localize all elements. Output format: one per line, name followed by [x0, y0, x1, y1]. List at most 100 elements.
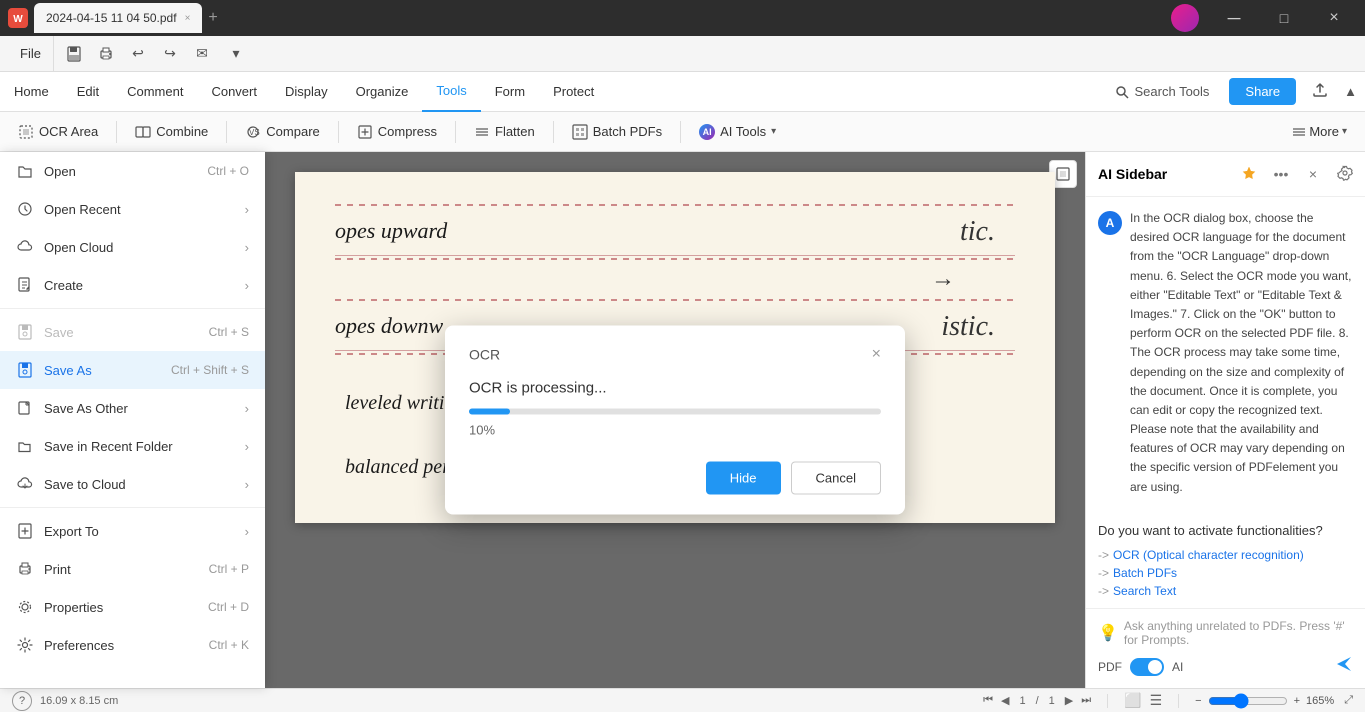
open-recent-arrow: › — [245, 202, 249, 217]
compress-button[interactable]: Compress — [347, 119, 447, 145]
toolbar-separator-6 — [680, 121, 681, 143]
menu-item-save-cloud[interactable]: Save to Cloud › — [0, 465, 265, 503]
expand-icon-btn[interactable]: ▾ — [222, 40, 250, 68]
zoom-out-button[interactable]: − — [1195, 695, 1201, 707]
file-menu: Open Ctrl + O Open Recent › Open Cloud ›… — [0, 152, 265, 688]
nav-item-edit[interactable]: Edit — [63, 72, 113, 112]
menu-item-create[interactable]: Create › — [0, 266, 265, 304]
pdf-area: opes upward tic. → opes downw istic. — [265, 152, 1085, 688]
share-button[interactable]: Share — [1229, 78, 1296, 105]
page-first-btn[interactable]: ⏮ — [983, 694, 993, 707]
profile-avatar[interactable] — [1171, 4, 1199, 32]
save-as-icon — [16, 361, 34, 379]
menu-bar: File ↩ ↪ ✉ ▾ — [0, 36, 1365, 72]
active-tab[interactable]: 2024-04-15 11 04 50.pdf × — [34, 3, 202, 33]
nav-item-organize[interactable]: Organize — [342, 72, 423, 112]
open-recent-icon — [16, 200, 34, 218]
page-next-btn[interactable]: ▶ — [1065, 694, 1073, 707]
main-layout: Open Ctrl + O Open Recent › Open Cloud ›… — [0, 152, 1365, 688]
ai-sidebar: AI Sidebar ••• × A In the OCR dialog box… — [1085, 152, 1365, 688]
more-arrow: ▾ — [1342, 126, 1347, 137]
email-icon-btn[interactable]: ✉ — [188, 40, 216, 68]
menu-item-open-cloud[interactable]: Open Cloud › — [0, 228, 265, 266]
save-recent-icon — [16, 437, 34, 455]
ocr-area-button[interactable]: OCR Area — [8, 119, 108, 145]
nav-item-home[interactable]: Home — [0, 72, 63, 112]
ocr-hide-button[interactable]: Hide — [706, 462, 781, 495]
menu-save-shortcut: Ctrl + S — [209, 325, 249, 339]
redo-icon-btn[interactable]: ↪ — [156, 40, 184, 68]
combine-button[interactable]: Combine — [125, 119, 218, 145]
ai-tools-button[interactable]: AI AI Tools ▾ — [689, 119, 786, 145]
zoom-in-button[interactable]: + — [1294, 695, 1300, 707]
collapse-nav-button[interactable]: ▲ — [1336, 84, 1365, 99]
ai-tools-label: AI Tools — [720, 124, 766, 139]
more-button[interactable]: More ▾ — [1282, 119, 1357, 144]
pdf-toggle[interactable] — [1130, 658, 1164, 676]
menu-item-open-recent[interactable]: Open Recent › — [0, 190, 265, 228]
ai-link-ocr-label[interactable]: OCR (Optical character recognition) — [1113, 548, 1304, 562]
nav-item-tools[interactable]: Tools — [422, 72, 480, 112]
ai-sidebar-close-icon[interactable]: × — [1301, 162, 1325, 186]
file-menu-button[interactable]: File — [8, 36, 54, 72]
batch-pdfs-label: Batch PDFs — [593, 124, 662, 139]
ai-sidebar-header: AI Sidebar ••• × — [1086, 152, 1365, 197]
menu-item-save-as[interactable]: Save As Ctrl + Shift + S — [0, 351, 265, 389]
zoom-slider[interactable] — [1208, 693, 1288, 709]
ai-link-batch[interactable]: -> Batch PDFs — [1098, 566, 1353, 580]
menu-item-open[interactable]: Open Ctrl + O — [0, 152, 265, 190]
ai-link-search-label[interactable]: Search Text — [1113, 584, 1176, 598]
menu-create-label: Create — [44, 278, 83, 293]
ocr-cancel-button[interactable]: Cancel — [791, 462, 881, 495]
ai-sidebar-settings-icon[interactable] — [1337, 165, 1353, 184]
open-cloud-icon — [16, 238, 34, 256]
ai-link-batch-arrow: -> — [1098, 566, 1109, 580]
save-cloud-icon — [16, 475, 34, 493]
pdf-line-1: opes upward tic. — [335, 208, 1015, 256]
menu-item-save-recent[interactable]: Save in Recent Folder › — [0, 427, 265, 465]
flatten-button[interactable]: Flatten — [464, 119, 545, 145]
nav-item-comment[interactable]: Comment — [113, 72, 197, 112]
menu-item-preferences[interactable]: Preferences Ctrl + K — [0, 626, 265, 664]
zoom-level: 165% — [1306, 695, 1334, 707]
menu-save-recent-label: Save in Recent Folder — [44, 439, 173, 454]
page-last-btn[interactable]: ⏭ — [1081, 694, 1091, 707]
nav-item-protect[interactable]: Protect — [539, 72, 608, 112]
top-nav: Home Edit Comment Convert Display Organi… — [0, 72, 1365, 112]
new-tab-button[interactable]: + — [208, 9, 217, 27]
search-tools-button[interactable]: Search Tools — [1103, 72, 1222, 112]
ai-send-button[interactable] — [1335, 655, 1353, 678]
ai-link-search[interactable]: -> Search Text — [1098, 584, 1353, 598]
close-tab-button[interactable]: × — [185, 13, 191, 24]
minimize-button[interactable]: ─ — [1211, 3, 1257, 33]
ai-link-ocr[interactable]: -> OCR (Optical character recognition) — [1098, 548, 1353, 562]
print-icon-btn[interactable] — [92, 40, 120, 68]
nav-item-convert[interactable]: Convert — [197, 72, 271, 112]
toolbar-separator-3 — [338, 121, 339, 143]
ocr-close-button[interactable]: × — [872, 346, 881, 364]
ai-sidebar-star-icon[interactable] — [1237, 162, 1261, 186]
menu-save-cloud-label: Save to Cloud — [44, 477, 126, 492]
page-prev-btn[interactable]: ◀ — [1001, 694, 1009, 707]
upload-icon-btn[interactable] — [1304, 82, 1336, 101]
menu-item-export[interactable]: Export To › — [0, 512, 265, 550]
menu-item-print[interactable]: Print Ctrl + P — [0, 550, 265, 588]
menu-open-shortcut: Ctrl + O — [207, 164, 249, 178]
view-page-btn[interactable]: ⬜ — [1124, 692, 1141, 709]
view-list-btn[interactable]: ☰ — [1150, 692, 1163, 709]
save-icon-btn[interactable] — [60, 40, 88, 68]
menu-item-save-as-other[interactable]: Save As Other › — [0, 389, 265, 427]
menu-item-properties[interactable]: Properties Ctrl + D — [0, 588, 265, 626]
ai-sidebar-more-icon[interactable]: ••• — [1269, 162, 1293, 186]
nav-item-form[interactable]: Form — [481, 72, 539, 112]
undo-icon-btn[interactable]: ↩ — [124, 40, 152, 68]
fit-page-button[interactable]: ⤢ — [1344, 694, 1353, 707]
create-arrow: › — [245, 278, 249, 293]
maximize-button[interactable]: □ — [1261, 3, 1307, 33]
help-button[interactable]: ? — [12, 691, 32, 711]
nav-item-display[interactable]: Display — [271, 72, 342, 112]
batch-pdfs-button[interactable]: Batch PDFs — [562, 119, 672, 145]
close-window-button[interactable]: × — [1311, 3, 1357, 33]
ai-link-batch-label[interactable]: Batch PDFs — [1113, 566, 1177, 580]
compare-button[interactable]: VS Compare — [235, 119, 329, 145]
